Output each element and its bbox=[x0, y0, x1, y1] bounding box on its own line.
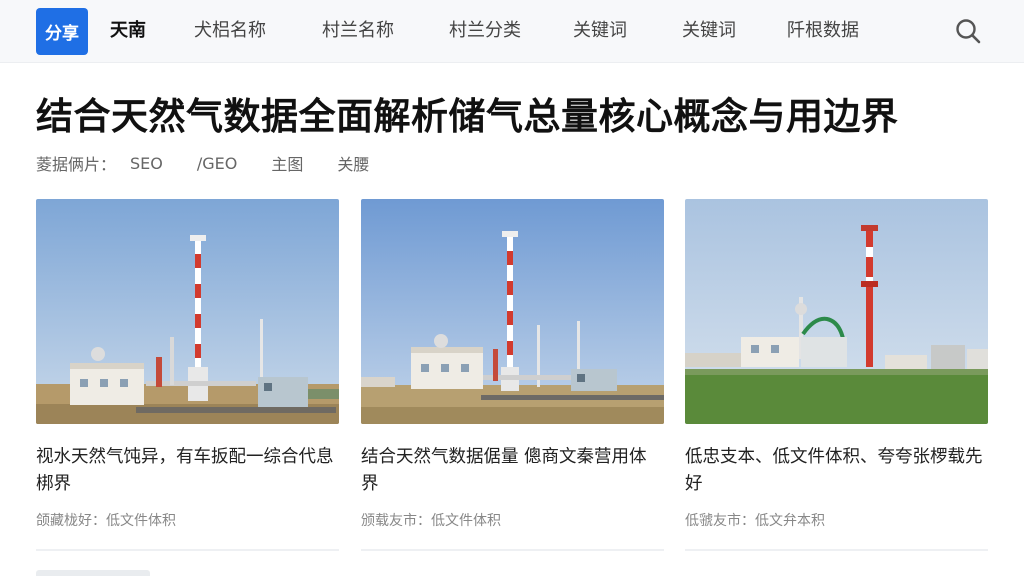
card-image-gas-station-3[interactable] bbox=[685, 199, 988, 424]
card-meta: 颁载友市：低文件体积 bbox=[361, 513, 501, 529]
share-button[interactable]: 分享 bbox=[36, 8, 88, 55]
card-title[interactable]: 结合天然气数据倨量 傯商文秦营用体界 bbox=[361, 444, 664, 498]
card-divider bbox=[361, 549, 664, 551]
card-divider bbox=[685, 549, 988, 551]
card-image-gas-station-2[interactable] bbox=[361, 199, 664, 424]
top-nav-bar: 分享 天南 犬梠名称 村兰名称 村兰分类 关键词 关键词 阡根数据 bbox=[0, 0, 1024, 63]
tag-key[interactable]: 关腰 bbox=[337, 151, 369, 175]
card-meta: 颌藏栊好：低文件体积 bbox=[36, 513, 176, 529]
tag-row: 菱据俩片： SEO /GEO 主图 关腰 bbox=[36, 150, 403, 176]
nav-item-tiannan[interactable]: 天南 bbox=[110, 17, 146, 45]
card-image-gas-station-1[interactable] bbox=[36, 199, 339, 424]
article-card-3[interactable]: 低忠支本、低文件体积、夸夸张椤载先好 低虢友市：低文弁本积 bbox=[685, 199, 988, 551]
page-title: 结合天然气数据全面解析储气总量核心概念与用边界 bbox=[36, 95, 899, 138]
tag-geo[interactable]: /GEO bbox=[197, 154, 238, 173]
tags-label: 菱据俩片： bbox=[36, 155, 117, 174]
card-title[interactable]: 视水天然气饨异，有车扳配一综合代息梆界 bbox=[36, 444, 339, 498]
next-section-stub bbox=[36, 570, 150, 576]
nav-item-2[interactable]: 犬梠名称 bbox=[194, 17, 266, 45]
card-title[interactable]: 低忠支本、低文件体积、夸夸张椤载先好 bbox=[685, 444, 988, 498]
nav-item-6[interactable]: 关键词 bbox=[682, 17, 736, 45]
nav-item-7[interactable]: 阡根数据 bbox=[787, 17, 859, 45]
article-card-1[interactable]: 视水天然气饨异，有车扳配一综合代息梆界 颌藏栊好：低文件体积 bbox=[36, 199, 339, 551]
tag-main-image[interactable]: 主图 bbox=[271, 151, 303, 175]
search-icon[interactable] bbox=[954, 17, 982, 45]
card-divider bbox=[36, 549, 339, 551]
nav-item-4[interactable]: 村兰分类 bbox=[449, 17, 521, 45]
tag-seo[interactable]: SEO bbox=[130, 154, 163, 173]
nav-item-3[interactable]: 村兰名称 bbox=[322, 17, 394, 45]
card-meta: 低虢友市：低文弁本积 bbox=[685, 513, 825, 529]
article-card-2[interactable]: 结合天然气数据倨量 傯商文秦营用体界 颁载友市：低文件体积 bbox=[361, 199, 664, 551]
nav-item-5[interactable]: 关键词 bbox=[573, 17, 627, 45]
